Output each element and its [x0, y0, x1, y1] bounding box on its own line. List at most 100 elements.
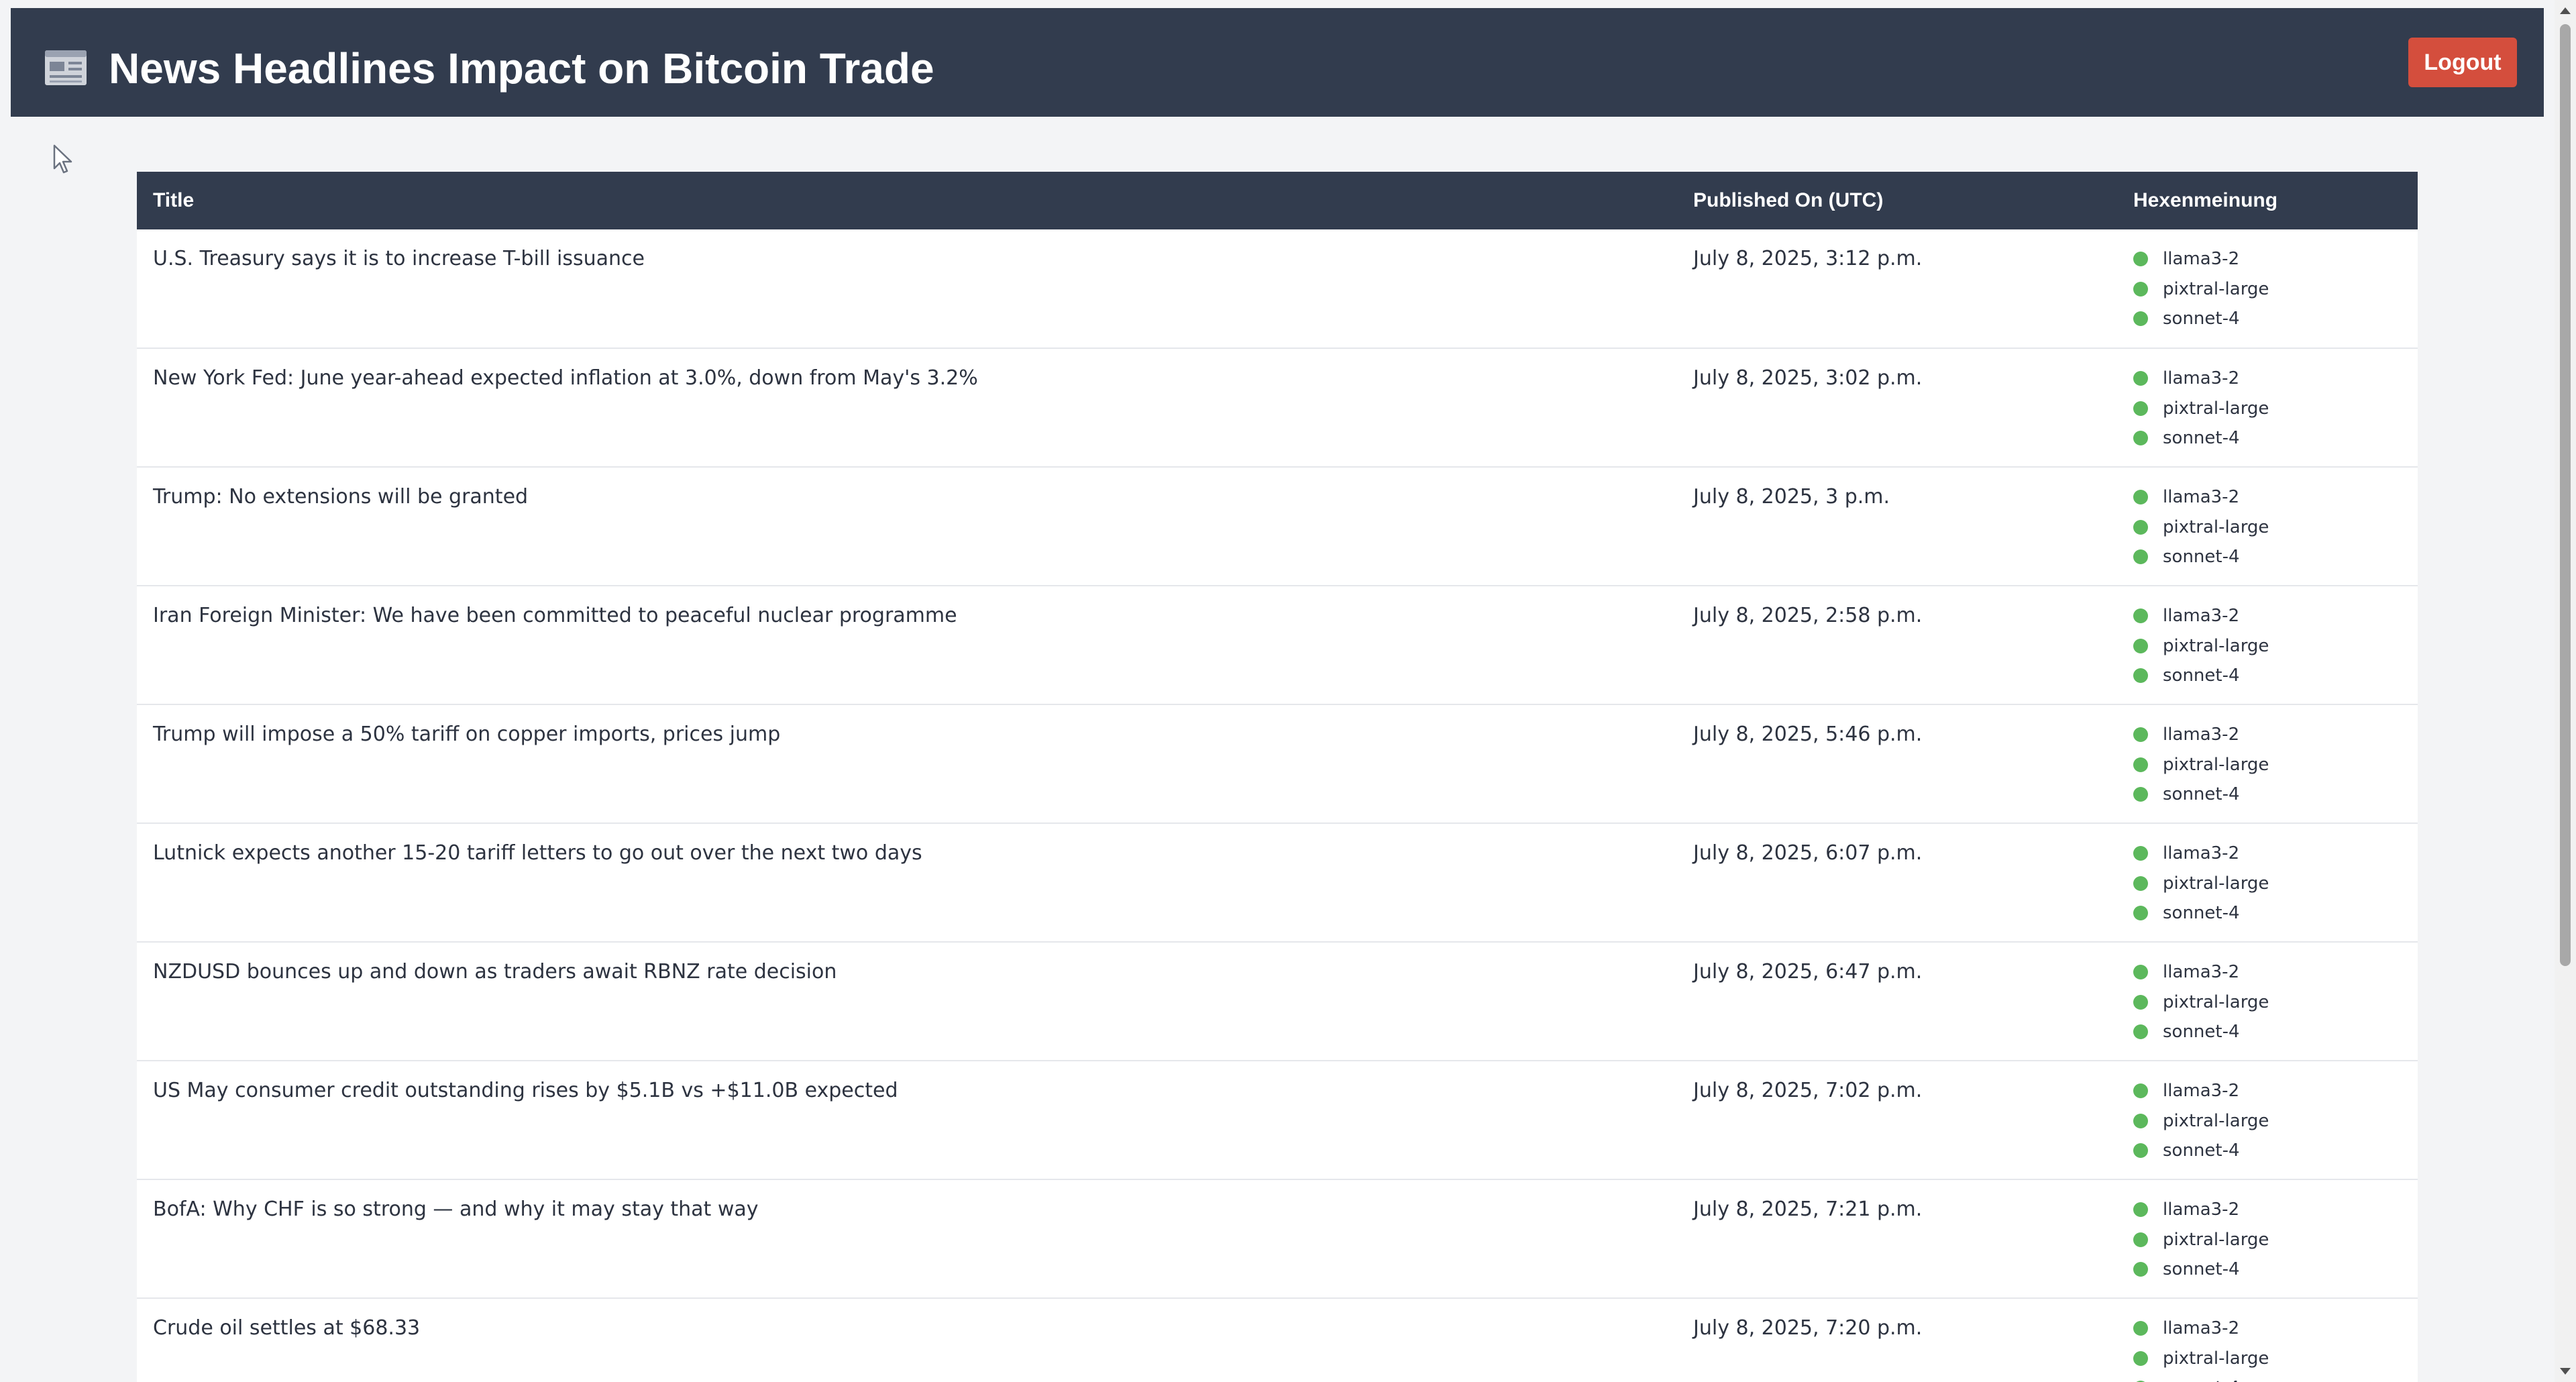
table-row: Trump: No extensions will be granted July…	[137, 467, 2418, 586]
model-opinion-item: sonnet-4	[2133, 1255, 2418, 1285]
model-opinion-item: llama3-2	[2133, 1195, 2418, 1225]
model-opinion-item: pixtral-large	[2133, 394, 2418, 424]
app-header: News Headlines Impact on Bitcoin Trade L…	[11, 8, 2544, 117]
status-dot-icon	[2133, 1113, 2148, 1128]
model-opinion-item: pixtral-large	[2133, 513, 2418, 543]
model-opinion-item: llama3-2	[2133, 601, 2418, 631]
model-name: llama3-2	[2163, 487, 2240, 508]
model-opinion-list: llama3-2 pixtral-large sonnet-4	[2133, 482, 2418, 572]
table-row: BofA: Why CHF is so strong — and why it …	[137, 1179, 2418, 1298]
published-date: July 8, 2025, 6:07 p.m.	[1693, 841, 1923, 865]
headlines-table: Title Published On (UTC) Hexenmeinung U.…	[137, 172, 2418, 1382]
model-opinion-list: llama3-2 pixtral-large sonnet-4	[2133, 1314, 2418, 1382]
model-opinion-item: sonnet-4	[2133, 1373, 2418, 1382]
column-header-title: Title	[153, 189, 195, 211]
model-name: pixtral-large	[2163, 1110, 2269, 1131]
model-name: pixtral-large	[2163, 398, 2269, 419]
status-dot-icon	[2133, 431, 2148, 446]
browser-viewport: News Headlines Impact on Bitcoin Trade L…	[0, 0, 2576, 1382]
headline-title: U.S. Treasury says it is to increase T-b…	[153, 247, 645, 270]
opinion-cell: llama3-2 pixtral-large sonnet-4	[2117, 467, 2418, 586]
model-name: pixtral-large	[2163, 873, 2269, 894]
scroll-up-arrow-icon[interactable]	[2555, 0, 2576, 21]
vertical-scrollbar[interactable]	[2555, 0, 2576, 1382]
published-date: July 8, 2025, 7:02 p.m.	[1693, 1079, 1923, 1102]
table-header: Title Published On (UTC) Hexenmeinung	[137, 172, 2418, 229]
model-opinion-item: llama3-2	[2133, 1314, 2418, 1344]
table-row: Trump will impose a 50% tariff on copper…	[137, 704, 2418, 823]
published-date: July 8, 2025, 3 p.m.	[1693, 485, 1890, 509]
status-dot-icon	[2133, 1321, 2148, 1336]
table-row: U.S. Treasury says it is to increase T-b…	[137, 229, 2418, 348]
model-opinion-list: llama3-2 pixtral-large sonnet-4	[2133, 957, 2418, 1047]
table-body: U.S. Treasury says it is to increase T-b…	[137, 229, 2418, 1382]
model-opinion-item: llama3-2	[2133, 1076, 2418, 1106]
opinion-cell: llama3-2 pixtral-large sonnet-4	[2117, 586, 2418, 704]
model-opinion-item: pixtral-large	[2133, 1225, 2418, 1255]
model-opinion-list: llama3-2 pixtral-large sonnet-4	[2133, 1195, 2418, 1285]
opinion-cell: llama3-2 pixtral-large sonnet-4	[2117, 1298, 2418, 1382]
table-header-row: Title Published On (UTC) Hexenmeinung	[137, 172, 2418, 229]
model-name: pixtral-large	[2163, 517, 2269, 537]
mouse-cursor-icon	[53, 144, 72, 174]
headline-title: NZDUSD bounces up and down as traders aw…	[153, 960, 837, 984]
model-name: sonnet-4	[2163, 666, 2240, 686]
table-row: Iran Foreign Minister: We have been comm…	[137, 586, 2418, 704]
status-dot-icon	[2133, 638, 2148, 653]
model-name: sonnet-4	[2163, 428, 2240, 449]
table-row: Lutnick expects another 15-20 tariff let…	[137, 823, 2418, 942]
status-dot-icon	[2133, 281, 2148, 297]
model-opinion-item: llama3-2	[2133, 957, 2418, 988]
published-date: July 8, 2025, 5:46 p.m.	[1693, 723, 1923, 746]
model-name: llama3-2	[2163, 606, 2240, 627]
status-dot-icon	[2133, 668, 2148, 684]
model-opinion-item: sonnet-4	[2133, 780, 2418, 810]
model-opinion-list: llama3-2 pixtral-large sonnet-4	[2133, 720, 2418, 810]
model-opinion-item: pixtral-large	[2133, 631, 2418, 661]
model-name: pixtral-large	[2163, 754, 2269, 775]
headline-title: Crude oil settles at $68.33	[153, 1316, 421, 1340]
model-opinion-item: sonnet-4	[2133, 1136, 2418, 1166]
model-name: llama3-2	[2163, 368, 2240, 389]
model-opinion-item: llama3-2	[2133, 482, 2418, 513]
logout-button[interactable]: Logout	[2408, 38, 2517, 87]
model-opinion-item: llama3-2	[2133, 364, 2418, 394]
table-row: New York Fed: June year-ahead expected i…	[137, 348, 2418, 467]
model-opinion-item: pixtral-large	[2133, 1344, 2418, 1374]
status-dot-icon	[2133, 727, 2148, 743]
opinion-cell: llama3-2 pixtral-large sonnet-4	[2117, 348, 2418, 467]
status-dot-icon	[2133, 906, 2148, 921]
opinion-cell: llama3-2 pixtral-large sonnet-4	[2117, 823, 2418, 942]
table-row: NZDUSD bounces up and down as traders aw…	[137, 942, 2418, 1061]
model-name: sonnet-4	[2163, 547, 2240, 568]
model-opinion-item: llama3-2	[2133, 720, 2418, 750]
column-header-published: Published On (UTC)	[1693, 189, 1884, 211]
newspaper-icon	[45, 50, 87, 85]
status-dot-icon	[2133, 965, 2148, 980]
status-dot-icon	[2133, 1024, 2148, 1040]
model-name: sonnet-4	[2163, 784, 2240, 805]
status-dot-icon	[2133, 311, 2148, 327]
model-opinion-item: sonnet-4	[2133, 423, 2418, 454]
model-opinion-item: sonnet-4	[2133, 542, 2418, 572]
model-name: llama3-2	[2163, 1200, 2240, 1220]
model-opinion-item: pixtral-large	[2133, 988, 2418, 1018]
scrollbar-thumb[interactable]	[2560, 24, 2571, 966]
model-name: llama3-2	[2163, 725, 2240, 745]
published-date: July 8, 2025, 2:58 p.m.	[1693, 604, 1923, 627]
model-name: sonnet-4	[2163, 309, 2240, 329]
published-date: July 8, 2025, 7:20 p.m.	[1693, 1316, 1923, 1340]
scroll-down-arrow-icon[interactable]	[2555, 1361, 2576, 1382]
model-opinion-item: pixtral-large	[2133, 750, 2418, 780]
status-dot-icon	[2133, 608, 2148, 624]
opinion-cell: llama3-2 pixtral-large sonnet-4	[2117, 1061, 2418, 1179]
model-name: pixtral-large	[2163, 635, 2269, 656]
model-opinion-list: llama3-2 pixtral-large sonnet-4	[2133, 364, 2418, 454]
model-name: sonnet-4	[2163, 1140, 2240, 1161]
opinion-cell: llama3-2 pixtral-large sonnet-4	[2117, 1179, 2418, 1298]
status-dot-icon	[2133, 1232, 2148, 1247]
opinion-cell: llama3-2 pixtral-large sonnet-4	[2117, 704, 2418, 823]
status-dot-icon	[2133, 1350, 2148, 1366]
page-title: News Headlines Impact on Bitcoin Trade	[109, 44, 934, 93]
status-dot-icon	[2133, 401, 2148, 416]
